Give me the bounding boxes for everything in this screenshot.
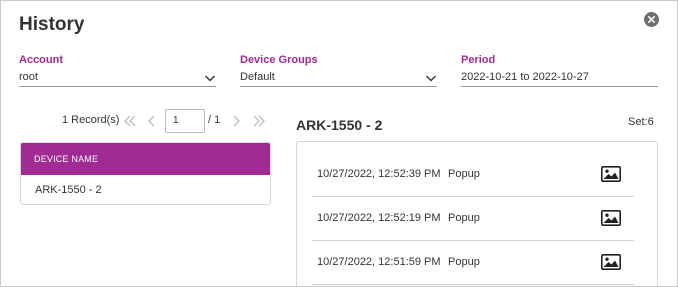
device-name-column-header: DEVICE NAME bbox=[21, 143, 270, 175]
device-groups-select[interactable]: Default bbox=[240, 70, 437, 87]
event-row: 10/27/2022, 12:52:19 PM Popup bbox=[312, 197, 634, 241]
history-dialog: History Account root Device Groups Defau… bbox=[0, 0, 678, 287]
period-value: 2022-10-21 to 2022-10-27 bbox=[461, 71, 589, 83]
event-time: 10/27/2022, 12:51:59 PM bbox=[317, 256, 441, 268]
event-type: Popup bbox=[448, 168, 480, 180]
chevron-down-icon bbox=[426, 75, 436, 82]
account-select[interactable]: root bbox=[19, 70, 216, 87]
last-page-icon[interactable] bbox=[251, 113, 267, 129]
set-count: Set:6 bbox=[628, 116, 654, 128]
account-value: root bbox=[19, 71, 38, 83]
page-total: / 1 bbox=[208, 114, 221, 126]
device-table: DEVICE NAME ARK-1550 - 2 bbox=[20, 142, 271, 205]
image-icon[interactable] bbox=[601, 166, 621, 182]
record-count: 1 Record(s) bbox=[62, 114, 120, 126]
first-page-icon[interactable] bbox=[122, 113, 138, 129]
image-icon[interactable] bbox=[601, 210, 621, 226]
next-page-icon[interactable] bbox=[228, 113, 244, 129]
device-groups-value: Default bbox=[240, 71, 275, 83]
detail-title: ARK-1550 - 2 bbox=[296, 117, 383, 133]
period-input[interactable]: 2022-10-21 to 2022-10-27 bbox=[461, 70, 658, 87]
previous-page-icon[interactable] bbox=[144, 113, 160, 129]
event-list: 10/27/2022, 12:52:39 PM Popup 10/27/2022… bbox=[296, 141, 658, 286]
device-row[interactable]: ARK-1550 - 2 bbox=[21, 175, 270, 204]
account-label: Account bbox=[19, 54, 63, 66]
event-row: 10/27/2022, 12:51:59 PM Popup bbox=[312, 241, 634, 285]
image-icon[interactable] bbox=[601, 254, 621, 270]
close-icon bbox=[648, 16, 655, 23]
event-type: Popup bbox=[448, 212, 480, 224]
chevron-down-icon bbox=[205, 75, 215, 82]
page-number-input[interactable]: 1 bbox=[165, 109, 205, 133]
period-label: Period bbox=[461, 54, 496, 66]
event-time: 10/27/2022, 12:52:19 PM bbox=[317, 212, 441, 224]
device-groups-label: Device Groups bbox=[240, 54, 318, 66]
event-row: 10/27/2022, 12:52:39 PM Popup bbox=[312, 153, 634, 197]
event-type: Popup bbox=[448, 256, 480, 268]
close-button[interactable] bbox=[644, 12, 659, 27]
event-time: 10/27/2022, 12:52:39 PM bbox=[317, 168, 441, 180]
dialog-title: History bbox=[19, 14, 85, 35]
